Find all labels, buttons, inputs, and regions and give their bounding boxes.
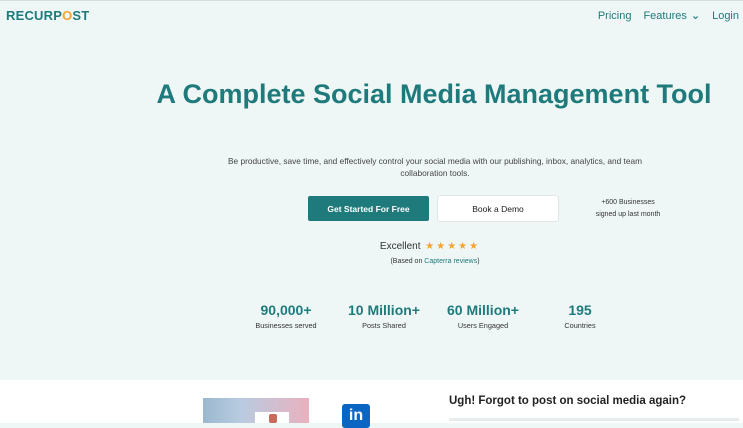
stat-businesses: 90,000+ Businesses served: [231, 302, 341, 330]
nav-pricing[interactable]: Pricing: [598, 9, 632, 22]
nav-features[interactable]: Features ⌄: [643, 9, 701, 23]
app-preview-image: [203, 398, 309, 423]
main-nav: Pricing Features ⌄ Login: [598, 9, 739, 23]
stat-label: Countries: [564, 321, 596, 330]
get-started-button[interactable]: Get Started For Free: [308, 196, 429, 221]
hero-title: A Complete Social Media Management Tool: [156, 79, 712, 109]
capterra-reviews-link[interactable]: Capterra reviews: [424, 258, 477, 265]
stat-posts: 10 Million+ Posts Shared: [329, 302, 439, 330]
stat-label: Businesses served: [255, 321, 317, 330]
stat-countries: 195 Countries: [525, 302, 635, 330]
recurpost-logo[interactable]: RECURPOST: [6, 8, 89, 23]
avatar: [269, 414, 277, 423]
signed-up-note: +600 Businesses signed up last month: [578, 197, 678, 221]
signed-up-line1: +600 Businesses: [601, 199, 655, 206]
stat-value: 90,000+: [260, 302, 312, 318]
stat-value: 60 Million+: [447, 302, 519, 318]
stat-label: Users Engaged: [457, 321, 509, 330]
star-rating-icon: ★★★★★: [425, 241, 481, 252]
chevron-down-icon: ⌄: [690, 10, 701, 22]
section-heading: Ugh! Forgot to post on social media agai…: [449, 395, 687, 407]
linkedin-icon: in: [342, 404, 370, 428]
section-text-placeholder: [449, 418, 739, 421]
rating: Excellent ★★★★★: [340, 241, 520, 252]
stat-value: 10 Million+: [348, 302, 420, 318]
signed-up-line2: signed up last month: [595, 211, 661, 218]
book-demo-button[interactable]: Book a Demo: [438, 196, 558, 221]
stat-users: 60 Million+ Users Engaged: [428, 302, 538, 330]
top-navbar: RECURPOST Pricing Features ⌄ Login: [0, 0, 743, 31]
rating-source-suffix: ): [477, 258, 480, 265]
logo-text-prefix: RECURP: [6, 8, 63, 23]
stat-label: Posts Shared: [362, 321, 406, 330]
stat-value: 195: [568, 302, 592, 318]
nav-login[interactable]: Login: [712, 9, 739, 22]
hero-subtitle: Be productive, save time, and effectivel…: [228, 156, 642, 178]
logo-text-o: O: [62, 8, 73, 23]
rating-source-prefix: (Based on: [390, 258, 425, 265]
logo-text-suffix: ST: [72, 8, 90, 23]
rating-source: (Based on Capterra reviews): [335, 258, 535, 265]
rating-label: Excellent: [379, 241, 421, 252]
nav-features-label: Features: [643, 9, 687, 22]
